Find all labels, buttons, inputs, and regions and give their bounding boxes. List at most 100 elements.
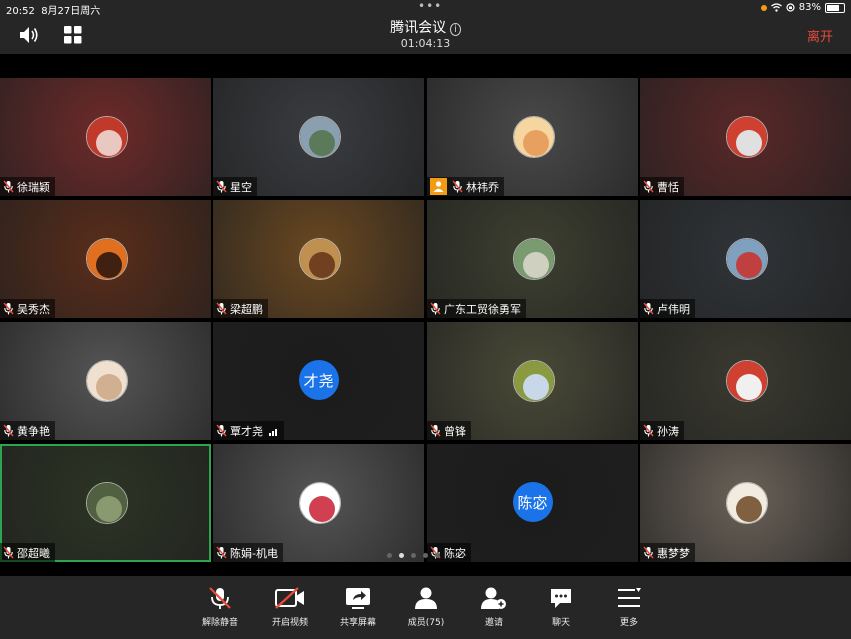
participant-tile[interactable]: 梁超鹏	[213, 200, 424, 318]
participant-tile[interactable]: 林祎乔	[427, 78, 638, 196]
participant-name: 卢伟明	[657, 302, 690, 316]
page-indicator[interactable]	[387, 553, 440, 558]
toolbar-label: 解除静音	[201, 618, 238, 628]
participant-tile[interactable]: 才尧 覃才尧	[213, 322, 424, 440]
status-bar: 20:52 8月27日周六 ••• 83%	[0, 0, 851, 17]
share-screen-button[interactable]: 共享屏幕	[328, 586, 388, 628]
avatar-initials: 陈宓	[512, 482, 553, 522]
rotation-lock-icon	[786, 3, 795, 12]
participant-tile[interactable]: 广东工贸徐勇军	[427, 200, 638, 318]
status-right: 83%	[760, 2, 845, 13]
participant-namebar: 陈娟-机电	[213, 543, 283, 562]
participant-namebar: 星空	[213, 177, 257, 196]
participant-name: 惠梦梦	[657, 546, 690, 560]
mic-muted-icon	[643, 180, 654, 193]
participant-namebar: 孙涛	[640, 421, 684, 440]
mic-muted-icon	[430, 302, 441, 315]
mic-muted-icon	[430, 424, 441, 437]
participant-name: 吴秀杰	[17, 302, 50, 316]
page-dot[interactable]	[399, 553, 404, 558]
participant-namebar: 林祎乔	[427, 177, 504, 196]
participant-tile[interactable]: 星空	[213, 78, 424, 196]
mic-muted-icon	[643, 424, 654, 437]
participant-tile[interactable]: 孙涛	[640, 322, 851, 440]
avatar	[298, 238, 341, 280]
participant-tile[interactable]: 卢伟明	[640, 200, 851, 318]
avatar	[298, 116, 341, 158]
members-icon	[396, 586, 456, 610]
participant-tile[interactable]: 曾锋	[427, 322, 638, 440]
participant-name: 邵超曦	[17, 546, 50, 560]
mic-muted-icon	[3, 302, 14, 315]
toolbar-label: 成员(75)	[407, 618, 445, 628]
participant-namebar: 曾锋	[427, 421, 471, 440]
mic-muted-icon	[216, 546, 227, 559]
avatar	[85, 360, 128, 402]
multitask-dots-icon[interactable]: •••	[418, 0, 442, 13]
mic-muted-icon	[3, 546, 14, 559]
avatar	[298, 482, 341, 524]
participant-namebar: 黄争艳	[0, 421, 55, 440]
mic-muted-icon	[452, 180, 463, 193]
page-dot[interactable]	[387, 553, 392, 558]
wifi-icon	[770, 3, 782, 12]
avatar	[725, 482, 768, 524]
bottom-toolbar: 解除静音 开启视频 共享屏幕 成员(75) 邀请 聊天 更多	[0, 576, 851, 639]
participant-tile[interactable]: 惠梦梦	[640, 444, 851, 562]
participant-tile[interactable]: 黄争艳	[0, 322, 211, 440]
avatar	[725, 360, 768, 402]
participant-namebar: 吴秀杰	[0, 299, 55, 318]
invite-button[interactable]: 邀请	[464, 586, 524, 628]
participant-name: 陈宓	[444, 546, 466, 560]
avatar	[512, 238, 555, 280]
participant-tile[interactable]: 徐瑞颖	[0, 78, 211, 196]
participant-namebar: 梁超鹏	[213, 299, 268, 318]
participant-tile[interactable]: 吴秀杰	[0, 200, 211, 318]
participant-tile[interactable]: 邵超曦	[0, 444, 211, 562]
participant-tile[interactable]: 曹恬	[640, 78, 851, 196]
toolbar-label: 共享屏幕	[339, 618, 376, 628]
mic-muted-icon	[216, 302, 227, 315]
members-button[interactable]: 成员(75)	[396, 586, 456, 628]
mic-muted-icon	[190, 586, 250, 610]
more-icon	[599, 586, 659, 610]
leave-button[interactable]: 离开	[807, 26, 833, 45]
mic-muted-icon	[643, 302, 654, 315]
participant-namebar: 曹恬	[640, 177, 684, 196]
page-dot[interactable]	[435, 553, 440, 558]
participant-namebar: 惠梦梦	[640, 543, 695, 562]
chat-button[interactable]: 聊天	[531, 586, 591, 628]
flag-avatar-icon	[85, 116, 128, 158]
meeting-timer: 01:04:13	[400, 37, 451, 50]
avatar	[85, 482, 128, 524]
video-off-icon	[260, 586, 320, 610]
participant-name: 曹恬	[657, 180, 679, 194]
participant-name: 孙涛	[657, 424, 679, 438]
avatar	[725, 116, 768, 158]
participant-name: 徐瑞颖	[17, 180, 50, 194]
info-icon[interactable]: i	[450, 23, 461, 36]
meeting-header: 腾讯会议 i 01:04:13 离开	[0, 16, 851, 54]
network-signal-icon	[269, 426, 279, 436]
battery-percent: 83%	[798, 2, 821, 13]
more-button[interactable]: 更多	[599, 586, 659, 628]
participant-tile[interactable]: 陈娟-机电	[213, 444, 424, 562]
status-time: 20:52 8月27日周六	[6, 6, 101, 17]
page-dot[interactable]	[423, 553, 428, 558]
toolbar-label: 开启视频	[271, 618, 308, 628]
page-dot[interactable]	[411, 553, 416, 558]
mic-muted-icon	[216, 424, 227, 437]
avatar	[512, 360, 555, 402]
participant-name: 黄争艳	[17, 424, 50, 438]
participant-namebar: 卢伟明	[640, 299, 695, 318]
participant-name: 覃才尧	[230, 424, 263, 438]
invite-icon	[464, 586, 524, 610]
participant-namebar: 邵超曦	[0, 543, 55, 562]
mic-muted-button[interactable]: 解除静音	[190, 586, 250, 628]
meeting-title[interactable]: 腾讯会议 i	[0, 17, 851, 37]
participant-tile[interactable]: 陈宓 陈宓	[427, 444, 638, 562]
chat-icon	[531, 586, 591, 610]
mic-muted-icon	[3, 180, 14, 193]
video-off-button[interactable]: 开启视频	[260, 586, 320, 628]
mic-in-use-indicator-icon	[760, 4, 767, 11]
